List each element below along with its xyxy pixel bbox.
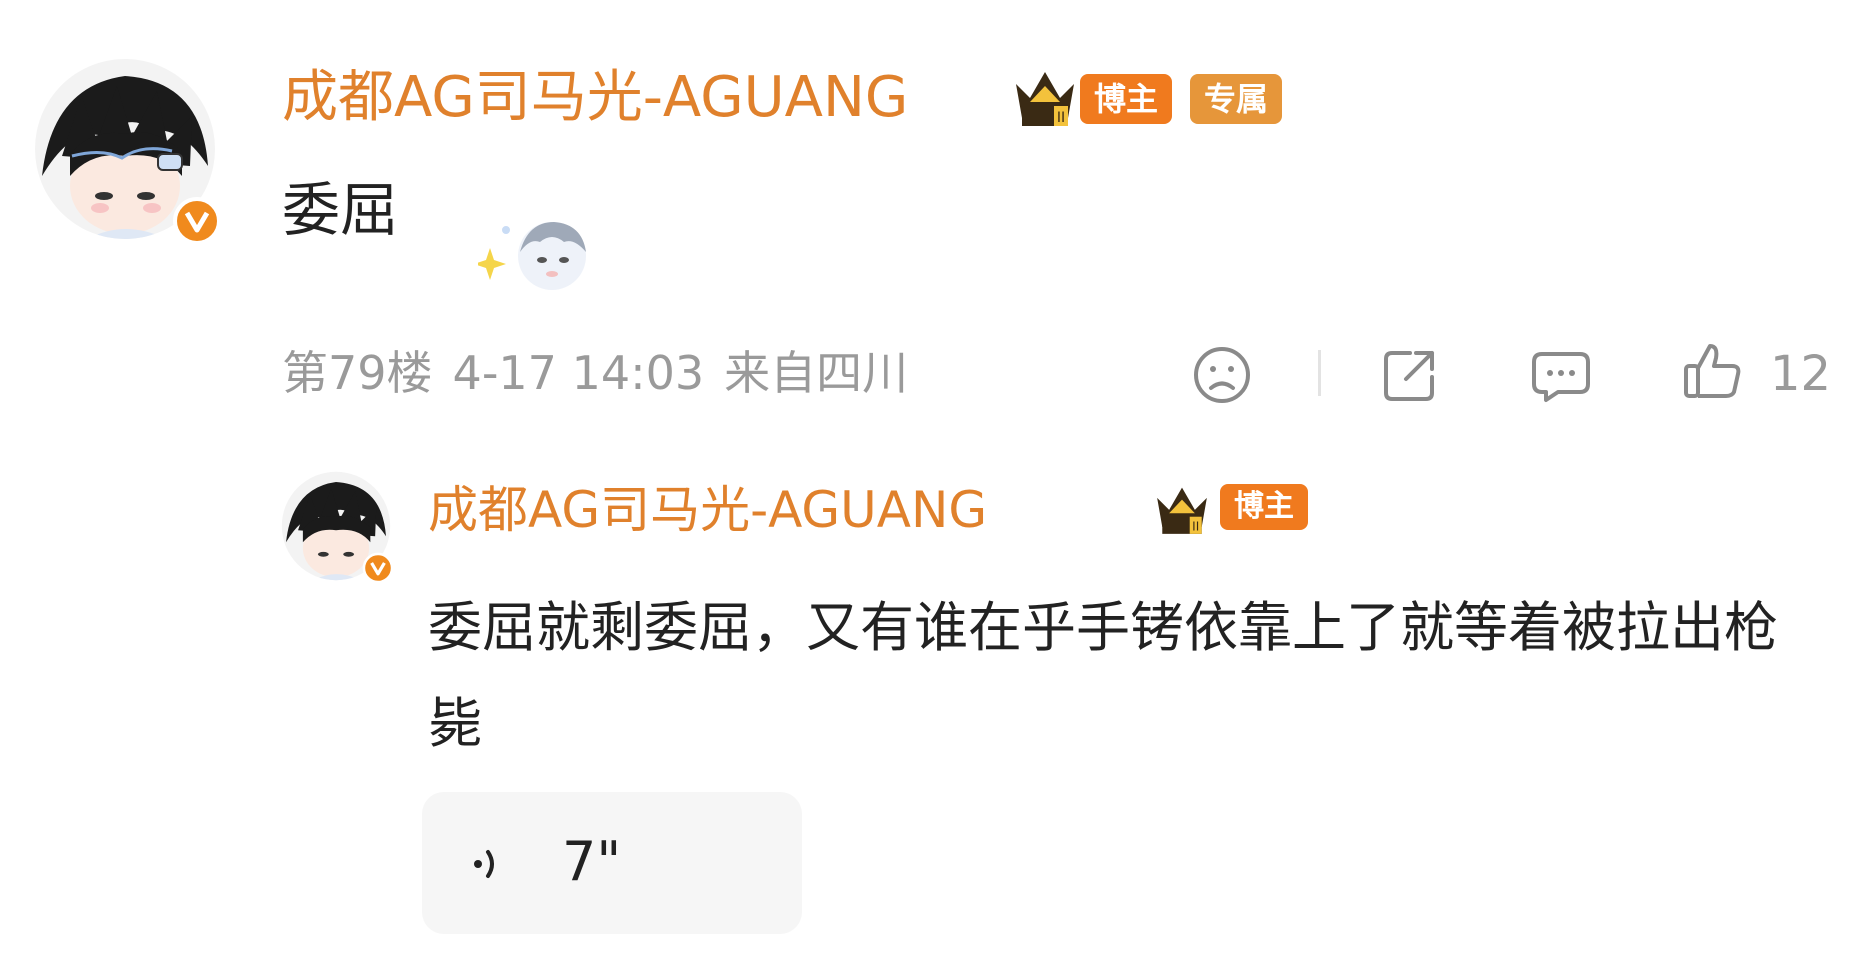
exclusive-badge: 专属 [1190, 74, 1282, 124]
floor-number: 第79楼 [282, 346, 433, 400]
sad-face-icon[interactable] [1192, 345, 1252, 405]
comment-thread: 成都AG司马光-AGUANG II 博主 专属 委屈 第79楼 4-17 14:0… [0, 0, 1861, 954]
like-count: 12 [1770, 346, 1832, 402]
blogger-badge: 博主 [1080, 74, 1172, 124]
comment-date: 4-17 14:03 [452, 346, 705, 400]
comment-location: 来自四川 [724, 346, 909, 400]
voice-message[interactable]: 7" [422, 792, 802, 934]
voice-wave-icon [474, 850, 494, 878]
share-icon[interactable] [1380, 345, 1442, 405]
verified-icon [362, 552, 394, 584]
verified-icon [173, 197, 221, 245]
crown-icon: II [1016, 72, 1074, 126]
username[interactable]: 成都AG司马光-AGUANG [282, 60, 908, 136]
avatar[interactable] [32, 56, 221, 245]
like-icon[interactable] [1682, 340, 1744, 402]
reply-text: 委屈就剩委屈，又有谁在乎手铐依靠上了就等着被拉出枪毙 [428, 596, 1778, 755]
blogger-badge: 博主 [1220, 484, 1308, 530]
svg-text:II: II [1057, 110, 1065, 126]
emoji-sticker-icon [478, 222, 586, 290]
reply-username[interactable]: 成都AG司马光-AGUANG [428, 478, 987, 542]
comment-text: 委屈 [282, 176, 399, 244]
crown-icon: II [1157, 487, 1207, 534]
comment-meta: 第79楼 4-17 14:03 来自四川 [282, 340, 928, 406]
voice-duration: 7" [562, 830, 622, 893]
action-divider [1318, 350, 1321, 396]
reply-avatar[interactable] [280, 470, 394, 584]
svg-text:II: II [1192, 519, 1199, 533]
comment-icon[interactable] [1530, 348, 1592, 404]
